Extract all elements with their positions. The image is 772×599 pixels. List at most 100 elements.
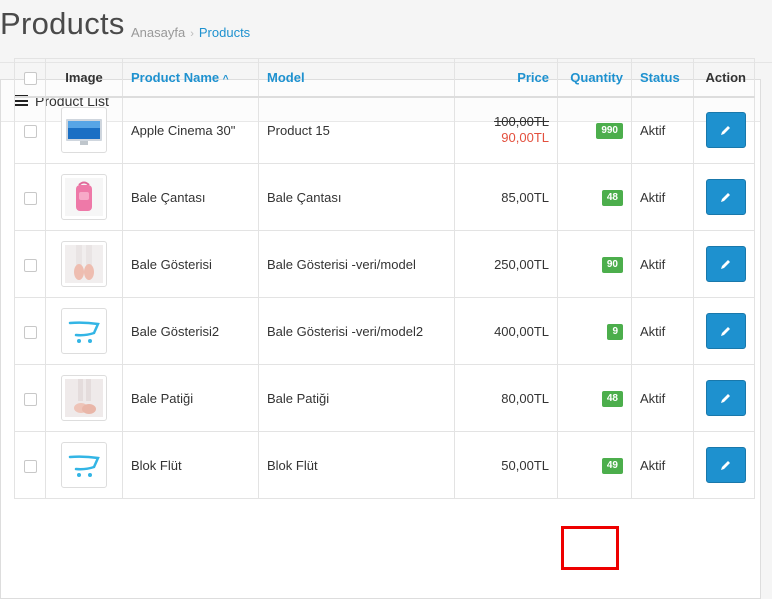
table-row: Bale Çantası Bale Çantası 85,00TL 48 Akt… [14, 163, 755, 231]
product-price: 400,00TL [454, 297, 558, 365]
row-checkbox[interactable] [23, 325, 37, 339]
product-image-cell [45, 163, 123, 231]
row-select-cell [14, 230, 46, 298]
row-select-cell [14, 163, 46, 231]
sort-by-name-link[interactable]: Product Name [131, 70, 219, 85]
table-row: Apple Cinema 30" Product 15 100,00TL 90,… [14, 96, 755, 164]
product-model: Product 15 [258, 96, 455, 164]
edit-button[interactable] [706, 313, 746, 349]
row-checkbox[interactable] [23, 392, 37, 406]
row-select-cell [14, 364, 46, 432]
row-select-cell [14, 431, 46, 499]
product-name: Blok Flüt [122, 431, 259, 499]
product-price: 250,00TL [454, 230, 558, 298]
column-quantity[interactable]: Quantity [557, 58, 632, 98]
bag-icon [65, 178, 103, 216]
sort-by-quantity-link[interactable]: Quantity [570, 70, 623, 85]
quantity-cell: 49 [557, 431, 632, 499]
edit-button[interactable] [706, 380, 746, 416]
quantity-cell: 990 [557, 96, 632, 164]
product-table: Image Product Name ^ Model Price Quantit… [14, 58, 755, 499]
edit-button[interactable] [706, 447, 746, 483]
product-image-cell [45, 230, 123, 298]
product-name: Bale Gösterisi2 [122, 297, 259, 365]
row-select-cell [14, 297, 46, 365]
action-cell [693, 96, 755, 164]
quantity-badge: 990 [596, 123, 623, 140]
cart-icon [68, 455, 100, 477]
pencil-icon [721, 327, 730, 336]
monitor-thumbnail [61, 107, 107, 154]
product-status: Aktif [631, 297, 694, 365]
product-status: Aktif [631, 230, 694, 298]
product-image-cell [45, 96, 123, 164]
action-cell [693, 364, 755, 432]
monitor-icon [66, 119, 102, 146]
row-checkbox[interactable] [23, 124, 37, 138]
product-status: Aktif [631, 163, 694, 231]
column-status[interactable]: Status [631, 58, 694, 98]
product-price: 85,00TL [454, 163, 558, 231]
breadcrumb: Anasayfa › Products [131, 25, 250, 40]
select-all-cell [14, 58, 46, 98]
select-all-checkbox[interactable] [23, 71, 37, 85]
special-price: 90,00TL [501, 130, 549, 146]
quantity-cell: 9 [557, 297, 632, 365]
column-model[interactable]: Model [258, 58, 455, 98]
quantity-badge: 48 [601, 190, 623, 206]
sort-by-price-link[interactable]: Price [517, 70, 549, 85]
product-name: Bale Patiği [122, 364, 259, 432]
product-model: Blok Flüt [258, 431, 455, 499]
breadcrumb-current-link[interactable]: Products [199, 25, 250, 40]
table-row: Bale Gösterisi2 Bale Gösterisi -veri/mod… [14, 297, 755, 365]
ballet-shoes-icon [65, 245, 103, 283]
sort-by-status-link[interactable]: Status [640, 70, 680, 85]
quantity-cell: 90 [557, 230, 632, 298]
page-title: Products [0, 6, 125, 41]
product-name: Apple Cinema 30" [122, 96, 259, 164]
product-image-cell [45, 297, 123, 365]
row-select-cell [14, 96, 46, 164]
pink-bag-thumbnail [61, 174, 107, 220]
column-image: Image [45, 58, 123, 98]
table-row: Blok Flüt Blok Flüt 50,00TL 49 Aktif [14, 431, 755, 499]
pencil-icon [721, 461, 730, 470]
pencil-icon [721, 193, 730, 202]
ballet-slippers-icon [65, 379, 103, 417]
product-model: Bale Patiği [258, 364, 455, 432]
column-product-name[interactable]: Product Name ^ [122, 58, 259, 98]
quantity-badge: 9 [607, 324, 623, 340]
row-checkbox[interactable] [23, 258, 37, 272]
edit-button[interactable] [706, 179, 746, 215]
column-action: Action [693, 58, 755, 98]
sort-by-model-link[interactable]: Model [267, 70, 305, 85]
product-model: Bale Gösterisi -veri/model [258, 230, 455, 298]
product-model: Bale Çantası [258, 163, 455, 231]
breadcrumb-home-link[interactable]: Anasayfa [131, 25, 185, 40]
ballet-slippers-thumbnail [61, 375, 107, 421]
row-checkbox[interactable] [23, 191, 37, 205]
pencil-icon [721, 126, 730, 136]
column-price[interactable]: Price [454, 58, 558, 98]
cart-placeholder-thumbnail [61, 308, 107, 354]
edit-button[interactable] [706, 112, 746, 149]
row-checkbox[interactable] [23, 459, 37, 473]
table-header-row: Image Product Name ^ Model Price Quantit… [14, 58, 755, 98]
action-cell [693, 163, 755, 231]
quantity-badge: 49 [601, 458, 623, 474]
table-row: Bale Patiği Bale Patiği 80,00TL 48 Aktif [14, 364, 755, 432]
edit-button[interactable] [706, 246, 746, 282]
ballet-shoes-thumbnail [61, 241, 107, 287]
product-status: Aktif [631, 96, 694, 164]
product-name: Bale Gösterisi [122, 230, 259, 298]
pencil-icon [721, 394, 730, 403]
product-price: 80,00TL [454, 364, 558, 432]
product-status: Aktif [631, 364, 694, 432]
product-status: Aktif [631, 431, 694, 499]
product-price: 50,00TL [454, 431, 558, 499]
action-cell [693, 230, 755, 298]
page-header: Products Anasayfa › Products [0, 0, 772, 63]
original-price: 100,00TL [494, 114, 549, 130]
table-row: Bale Gösterisi Bale Gösterisi -veri/mode… [14, 230, 755, 298]
product-price-cell: 100,00TL 90,00TL [454, 96, 558, 164]
